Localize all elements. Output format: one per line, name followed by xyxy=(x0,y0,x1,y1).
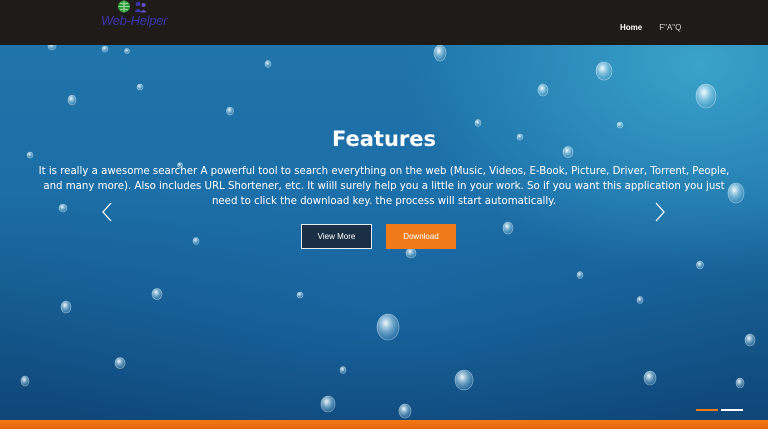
navbar: Web-Helper Home F"A"Q xyxy=(0,0,768,45)
hero-description: It is really a awesome searcher A powerf… xyxy=(38,166,730,207)
main-nav: Home F"A"Q xyxy=(620,23,681,32)
slide-indicator-1[interactable] xyxy=(696,409,718,411)
chevron-right-icon[interactable] xyxy=(653,200,667,224)
download-button[interactable]: Download xyxy=(386,224,456,249)
slide-indicators xyxy=(696,409,743,411)
water-drops-background xyxy=(20,45,756,419)
hero-slider: Features It is really a awesome searcher… xyxy=(0,45,768,420)
globe-people-icon xyxy=(118,0,147,13)
bottom-accent-bar xyxy=(0,420,768,429)
nav-faq-link[interactable]: F"A"Q xyxy=(659,23,681,32)
view-more-button[interactable]: View More xyxy=(301,224,372,249)
chevron-left-icon[interactable] xyxy=(100,200,114,224)
slide-indicator-2[interactable] xyxy=(721,409,743,411)
brand-name: Web-Helper xyxy=(101,13,168,28)
nav-home-link[interactable]: Home xyxy=(620,23,642,32)
hero-title: Features xyxy=(332,127,436,151)
brand-logo[interactable]: Web-Helper xyxy=(100,0,170,32)
